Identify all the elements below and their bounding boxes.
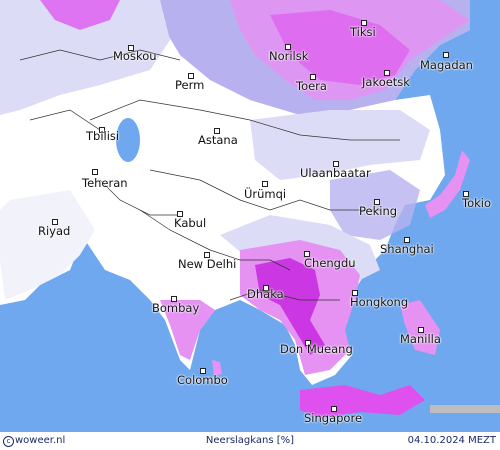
city-label: Shanghai <box>380 242 434 256</box>
caspian-sea <box>116 118 140 162</box>
city-label: Peking <box>359 204 398 218</box>
city-label: Jakoetsk <box>362 75 410 89</box>
city-label: Bombay <box>152 301 200 315</box>
precipitation-map: Moskou Norilsk Tiksi Magadan Perm Toera … <box>0 0 500 432</box>
city-label: Ürümqi <box>244 187 287 201</box>
city-label: Chengdu <box>304 256 356 270</box>
city-dot <box>92 169 98 175</box>
city-label: Manilla <box>400 332 441 346</box>
city-label: Magadan <box>420 58 473 72</box>
city-label: Moskou <box>113 49 157 63</box>
city-label: Teheran <box>82 176 128 190</box>
city-label: Kabul <box>174 216 207 230</box>
city-label: Tbilisi <box>86 129 120 143</box>
city-label: Perm <box>175 78 205 92</box>
datetime-label: 04.10.2024 MEZT <box>407 435 496 446</box>
city-label: Don Mueang <box>280 342 353 356</box>
footer-bar: c woweer.nl Neerslagkans [%] 04.10.2024 M… <box>0 432 500 450</box>
city-label: Dhaka <box>247 287 284 301</box>
city-label: Norilsk <box>269 49 309 63</box>
city-label: Hongkong <box>350 295 409 309</box>
city-label: Tokio <box>462 196 491 210</box>
city-label: Colombo <box>177 373 228 387</box>
edge-strip <box>430 405 500 413</box>
city-label: Astana <box>198 133 238 147</box>
city-label: New Delhi <box>178 257 237 271</box>
city-label: Toera <box>296 79 327 93</box>
city-label: Singapore <box>304 411 363 425</box>
city-label: Tiksi <box>350 25 376 39</box>
city-label: Riyad <box>38 224 71 238</box>
city-label: Ulaanbaatar <box>300 166 371 180</box>
